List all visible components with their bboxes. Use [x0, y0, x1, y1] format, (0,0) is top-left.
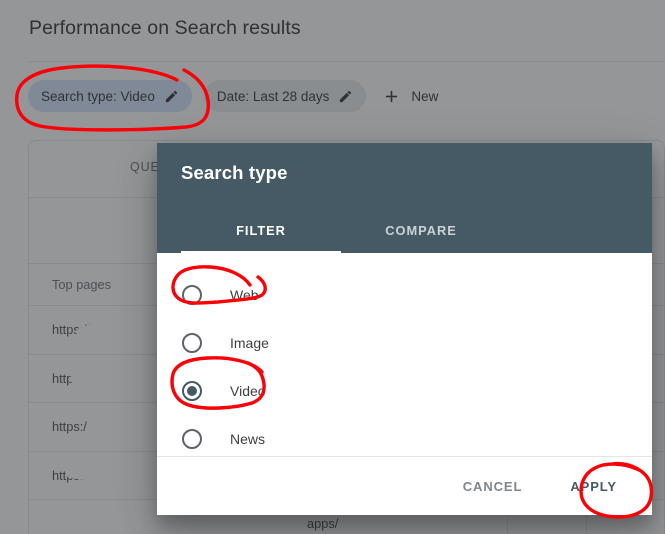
- option-row-image[interactable]: Image: [157, 319, 652, 367]
- option-row-web[interactable]: Web: [157, 271, 652, 319]
- tab-filter[interactable]: FILTER: [181, 207, 341, 253]
- dialog-footer: CANCEL APPLY: [157, 456, 652, 515]
- tab-compare-label: COMPARE: [385, 222, 457, 238]
- radio-button-video[interactable]: [182, 381, 202, 401]
- dialog-tabs: FILTER COMPARE: [181, 207, 501, 253]
- option-label-video: Video: [230, 383, 266, 399]
- cancel-button[interactable]: CANCEL: [451, 471, 535, 502]
- option-row-video[interactable]: Video: [157, 367, 652, 415]
- dialog-title: Search type: [181, 162, 288, 183]
- search-type-dialog: Search type FILTER COMPARE Web Image Vid…: [157, 143, 652, 515]
- apply-button[interactable]: APPLY: [558, 471, 629, 502]
- radio-button-news[interactable]: [182, 429, 202, 449]
- screenshot-root: Performance on Search results Search typ…: [0, 0, 665, 534]
- radio-button-image[interactable]: [182, 333, 202, 353]
- dialog-body: Web Image Video News: [157, 253, 652, 456]
- option-label-image: Image: [230, 335, 269, 351]
- option-row-news[interactable]: News: [157, 415, 652, 456]
- tab-compare[interactable]: COMPARE: [341, 207, 501, 253]
- tab-filter-label: FILTER: [236, 222, 286, 238]
- dialog-header: Search type FILTER COMPARE: [157, 143, 652, 253]
- option-label-news: News: [230, 431, 266, 447]
- radio-button-web[interactable]: [182, 285, 202, 305]
- option-label-web: Web: [230, 287, 259, 303]
